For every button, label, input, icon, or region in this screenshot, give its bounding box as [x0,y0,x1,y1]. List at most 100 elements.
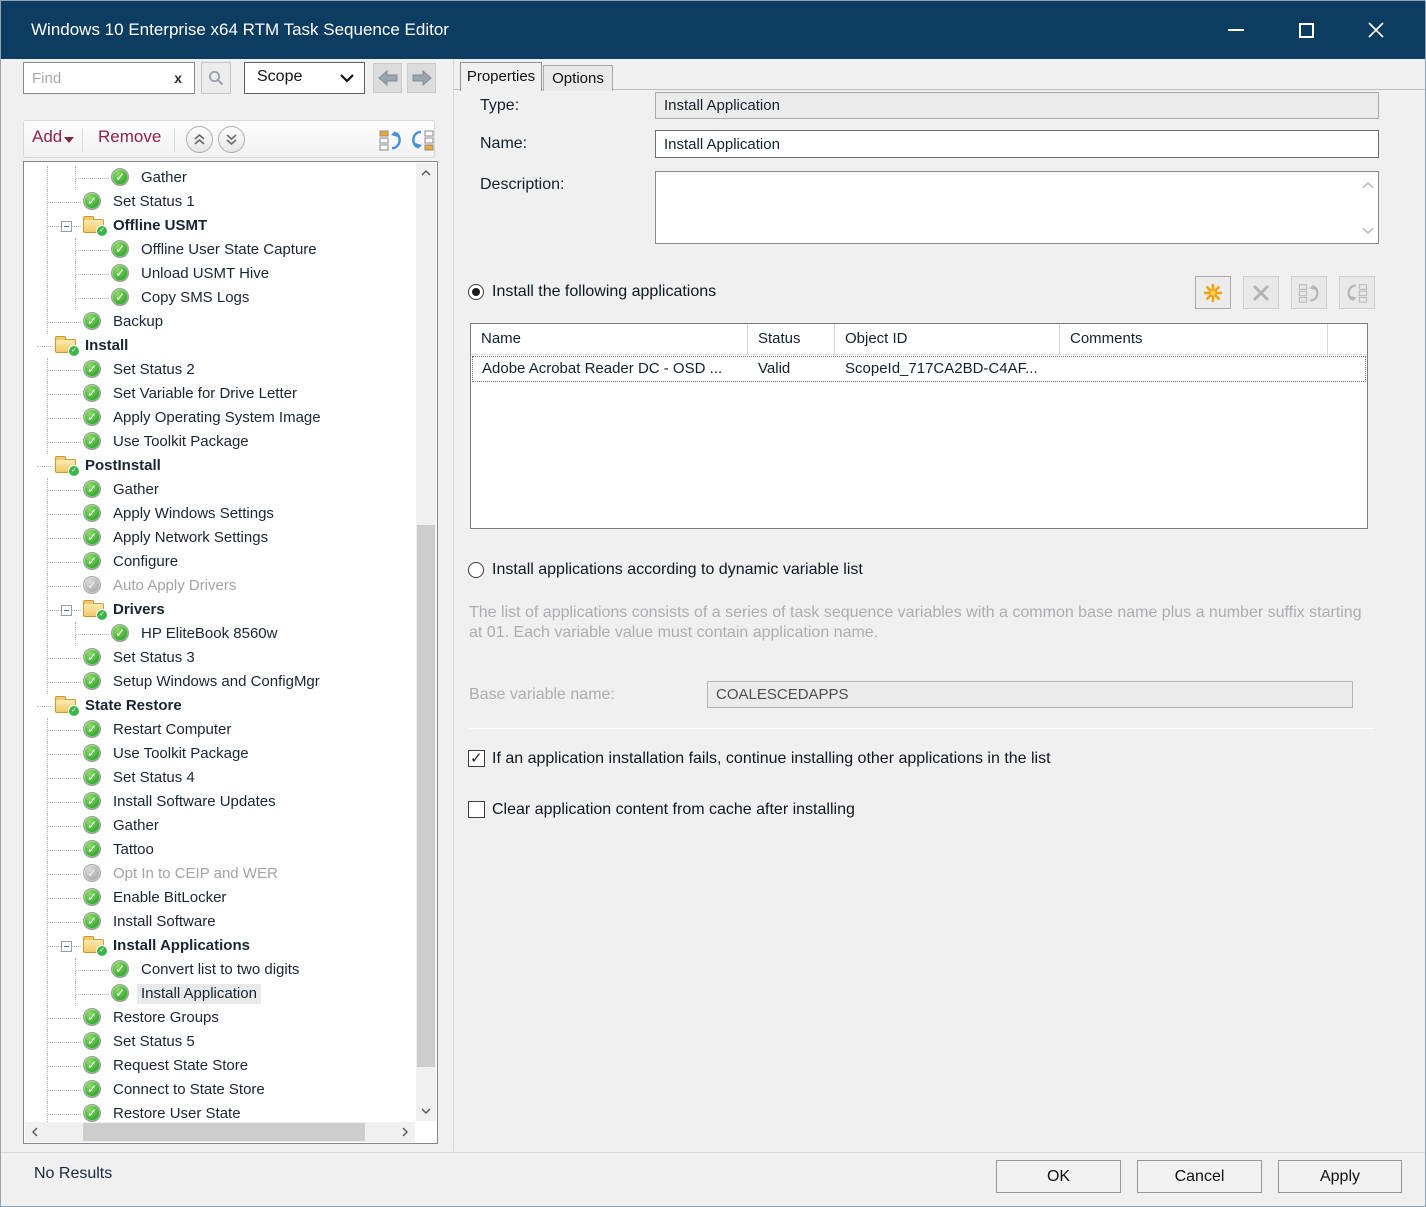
tree-item[interactable]: Set Status 5 [25,1030,415,1054]
tree-item[interactable]: Apply Windows Settings [25,502,415,526]
close-button[interactable] [1353,1,1399,59]
new-application-button[interactable] [1195,276,1231,309]
tree-item[interactable]: Enable BitLocker [25,886,415,910]
tree-item-label: Gather [113,816,159,836]
tree-item[interactable]: PostInstall [25,454,415,478]
column-header-object-id[interactable]: Object ID [835,324,1060,354]
textarea-scroll-up-icon[interactable] [1362,176,1374,194]
tree-item[interactable]: Install Applications [25,934,415,958]
name-field[interactable]: Install Application [655,130,1379,158]
scroll-down-arrow-icon[interactable] [416,1101,436,1121]
tree-item[interactable]: Drivers [25,598,415,622]
tree-vertical-scrollbar[interactable] [416,163,436,1121]
move-step-down-button[interactable] [218,126,245,153]
tree-item[interactable]: HP EliteBook 8560w [25,622,415,646]
tree-item[interactable]: Restore Groups [25,1006,415,1030]
scroll-left-arrow-icon[interactable] [25,1122,45,1142]
tree-item[interactable]: Gather [25,478,415,502]
find-clear-button[interactable]: x [174,69,182,87]
minimize-button[interactable] [1213,1,1259,59]
cancel-button[interactable]: Cancel [1137,1160,1262,1193]
tree-collapse-toggle[interactable] [61,941,72,952]
tree-item[interactable]: Gather [25,814,415,838]
tree-guide-line [76,250,109,251]
tree-item[interactable]: Set Status 3 [25,646,415,670]
find-input[interactable] [30,66,165,90]
tree-item[interactable]: Auto Apply Drivers [25,574,415,598]
tree-item[interactable]: Use Toolkit Package [25,430,415,454]
tree-guide-line [48,778,81,779]
folder-icon [83,219,104,233]
step-success-icon [83,504,101,522]
tree-item-label: Opt In to CEIP and WER [113,864,278,884]
tree-item[interactable]: Set Status 2 [25,358,415,382]
tab-options[interactable]: Options [543,65,613,91]
scope-dropdown[interactable]: Scope [244,62,365,94]
tree-item[interactable]: Apply Operating System Image [25,406,415,430]
remove-button[interactable]: Remove [98,127,161,147]
step-success-icon [83,312,101,330]
tree-item[interactable]: Setup Windows and ConfigMgr [25,670,415,694]
tree-item-label: Set Status 4 [113,768,195,788]
arrow-right-icon [412,70,432,86]
radio-install-following[interactable] [468,284,484,300]
tree-item[interactable]: Connect to State Store [25,1078,415,1102]
toolbar-separator [174,128,175,152]
apply-button[interactable]: Apply [1278,1160,1402,1193]
tree-item[interactable]: Opt In to CEIP and WER [25,862,415,886]
tree-item[interactable]: Use Toolkit Package [25,742,415,766]
tree-item[interactable]: Offline User State Capture [25,238,415,262]
tree-item[interactable]: Configure [25,550,415,574]
tree-item[interactable]: Install [25,334,415,358]
tree-item[interactable]: Tattoo [25,838,415,862]
tab-properties[interactable]: Properties [460,62,542,91]
step-success-icon [83,792,101,810]
move-step-up-button[interactable] [186,126,213,153]
tree-item-label: Use Toolkit Package [113,744,249,764]
tree-item-label: Convert list to two digits [141,960,299,980]
tree-item[interactable]: Unload USMT Hive [25,262,415,286]
tree-vscroll-thumb[interactable] [417,525,435,1067]
tree-hscroll-thumb[interactable] [83,1123,365,1141]
ok-button[interactable]: OK [996,1160,1121,1193]
column-header-name[interactable]: Name [471,324,748,354]
indent-out-button[interactable] [378,126,403,153]
tree-item[interactable]: Set Variable for Drive Letter [25,382,415,406]
maximize-button[interactable] [1283,1,1329,59]
tree-item[interactable]: Offline USMT [25,214,415,238]
add-button[interactable]: Add [32,127,62,147]
tree-item[interactable]: Apply Network Settings [25,526,415,550]
tree-guide-line [48,202,81,203]
application-row[interactable]: Adobe Acrobat Reader DC - OSD ...ValidSc… [472,356,1366,382]
scroll-up-arrow-icon[interactable] [416,163,436,183]
tree-item-label: Set Variable for Drive Letter [113,384,297,404]
tree-item[interactable]: Restore User State [25,1102,415,1122]
task-sequence-tree: GatherSet Status 1Offline USMTOffline Us… [23,161,438,1144]
textarea-scroll-down-icon[interactable] [1362,221,1374,239]
tree-item[interactable]: Backup [25,310,415,334]
column-header-status[interactable]: Status [748,324,835,354]
tree-item[interactable]: Request State Store [25,1054,415,1078]
clear-cache-checkbox[interactable] [468,801,485,818]
list-move-down-icon [411,128,434,152]
tree-item[interactable]: Convert list to two digits [25,958,415,982]
tree-item[interactable]: Install Application [25,982,415,1006]
continue-on-fail-checkbox[interactable] [468,750,485,767]
tree-item[interactable]: Install Software Updates [25,790,415,814]
tree-item[interactable]: Set Status 4 [25,766,415,790]
tree-item[interactable]: State Restore [25,694,415,718]
tree-item[interactable]: Install Software [25,910,415,934]
tree-item[interactable]: Restart Computer [25,718,415,742]
scroll-right-arrow-icon[interactable] [395,1122,415,1142]
tree-item-label: Unload USMT Hive [141,264,269,284]
tree-collapse-toggle[interactable] [61,605,72,616]
column-header-comments[interactable]: Comments [1060,324,1328,354]
indent-in-button[interactable] [410,126,435,153]
tree-horizontal-scrollbar[interactable] [25,1122,415,1142]
tree-item[interactable]: Copy SMS Logs [25,286,415,310]
description-field[interactable] [655,171,1379,244]
tree-item[interactable]: Set Status 1 [25,190,415,214]
tree-collapse-toggle[interactable] [61,221,72,232]
tree-item[interactable]: Gather [25,166,415,190]
radio-dynamic-variable-list[interactable] [468,562,484,578]
